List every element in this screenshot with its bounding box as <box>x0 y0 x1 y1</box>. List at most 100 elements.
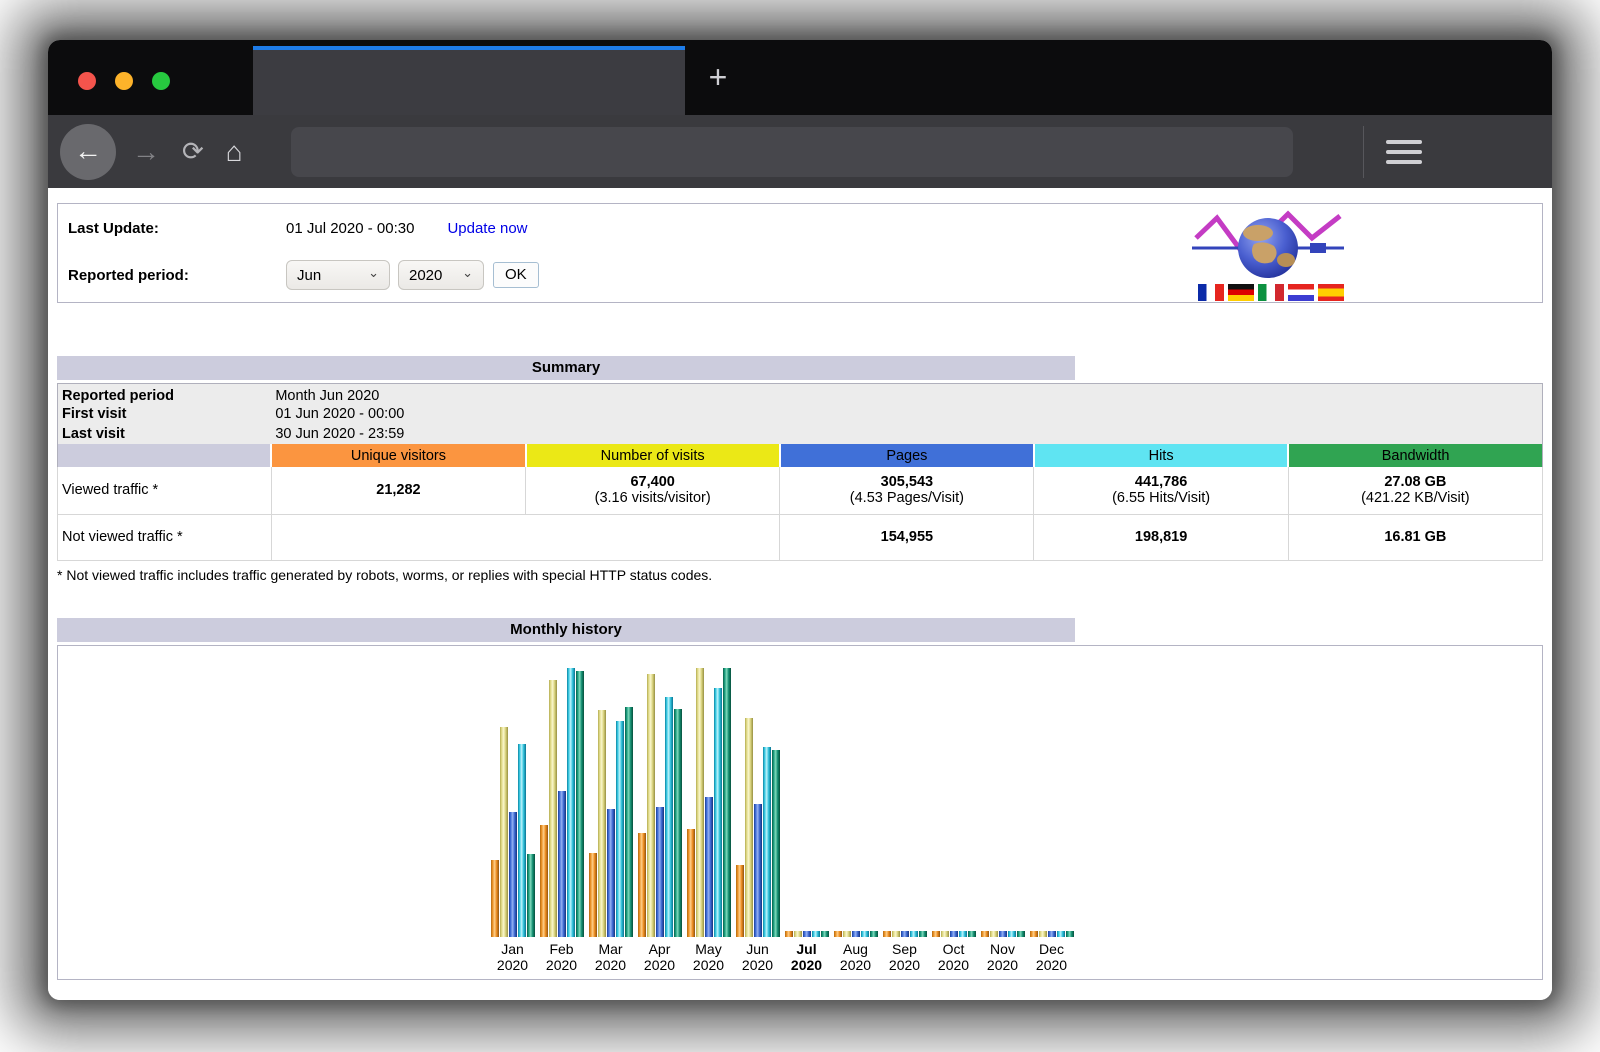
bar-pages-may-2020 <box>705 797 713 937</box>
bar-unique-visitors-dec-2020 <box>1030 931 1038 937</box>
bar-bandwidth-aug-2020 <box>870 931 878 937</box>
bar-pages-nov-2020 <box>999 931 1007 937</box>
bar-pages-jun-2020 <box>754 804 762 937</box>
monthly-history-chart: Jan2020Feb2020Mar2020Apr2020May2020Jun20… <box>57 645 1543 980</box>
table-row: Reported period Month Jun 2020 <box>58 384 1543 405</box>
month-label-feb-2020: Feb2020 <box>537 941 586 973</box>
summary-table: Reported period Month Jun 2020 First vis… <box>57 383 1543 561</box>
flag-spain-icon[interactable] <box>1318 284 1344 301</box>
awstats-logo <box>1192 208 1350 301</box>
bar-hits-may-2020 <box>714 688 722 937</box>
month-label-dec-2020: Dec2020 <box>1027 941 1076 973</box>
bar-unique-visitors-jan-2020 <box>491 860 499 937</box>
month-group-jul-2020 <box>782 668 831 937</box>
first-visit-row-label: First visit <box>58 404 272 424</box>
month-group-jan-2020 <box>488 668 537 937</box>
chart-bars-row <box>488 668 1076 937</box>
month-label-oct-2020: Oct2020 <box>929 941 978 973</box>
month-group-oct-2020 <box>929 668 978 937</box>
window-controls <box>78 72 170 90</box>
hamburger-menu-icon[interactable] <box>1386 140 1422 164</box>
month-label-mar-2020: Mar2020 <box>586 941 635 973</box>
viewed-unique-visitors: 21,282 <box>271 467 525 514</box>
bar-pages-jul-2020 <box>803 931 811 937</box>
unique-visitors-header: Unique visitors <box>271 444 525 467</box>
flag-netherlands-icon[interactable] <box>1288 284 1314 301</box>
not-viewed-bandwidth: 16.81 GB <box>1288 514 1542 560</box>
month-label-may-2020: May2020 <box>684 941 733 973</box>
table-row: Last visit 30 Jun 2020 - 23:59 <box>58 424 1543 444</box>
new-tab-button[interactable]: + <box>696 54 740 100</box>
bar-number-of-visits-oct-2020 <box>941 931 949 937</box>
bar-unique-visitors-sep-2020 <box>883 931 891 937</box>
viewed-hits: 441,786 (6.55 Hits/Visit) <box>1034 467 1288 514</box>
month-label-jun-2020: Jun2020 <box>733 941 782 973</box>
month-label-jul-2020: Jul2020 <box>782 941 831 973</box>
bar-hits-feb-2020 <box>567 668 575 937</box>
back-icon[interactable]: ← <box>60 124 116 180</box>
month-label-jan-2020: Jan2020 <box>488 941 537 973</box>
chart-labels-row: Jan2020Feb2020Mar2020Apr2020May2020Jun20… <box>488 941 1076 973</box>
month-label-apr-2020: Apr2020 <box>635 941 684 973</box>
not-viewed-hits: 198,819 <box>1034 514 1288 560</box>
bar-number-of-visits-jun-2020 <box>745 718 753 937</box>
bar-number-of-visits-mar-2020 <box>598 710 606 937</box>
month-select[interactable]: Jun ⌄ <box>286 260 390 290</box>
url-bar[interactable] <box>291 127 1293 177</box>
bar-number-of-visits-feb-2020 <box>549 680 557 937</box>
column-header-row: Unique visitors Number of visits Pages H… <box>58 444 1543 467</box>
active-tab[interactable] <box>253 46 685 115</box>
bar-bandwidth-mar-2020 <box>625 707 633 937</box>
bar-bandwidth-may-2020 <box>723 668 731 937</box>
bar-number-of-visits-aug-2020 <box>843 931 851 937</box>
bar-unique-visitors-may-2020 <box>687 829 695 937</box>
not-viewed-traffic-row: Not viewed traffic * 154,955 198,819 16.… <box>58 514 1543 560</box>
reported-period-row-value: Month Jun 2020 <box>271 384 1542 405</box>
not-viewed-footnote: * Not viewed traffic includes traffic ge… <box>57 567 1543 583</box>
bar-unique-visitors-nov-2020 <box>981 931 989 937</box>
awstats-page: Last Update: 01 Jul 2020 - 00:30 Update … <box>48 188 1552 1000</box>
hits-header: Hits <box>1034 444 1288 467</box>
update-now-link[interactable]: Update now <box>447 220 527 237</box>
flag-france-icon[interactable] <box>1198 284 1224 301</box>
reload-icon[interactable]: ⟳ <box>182 136 204 167</box>
flag-italy-icon[interactable] <box>1258 284 1284 301</box>
month-label-nov-2020: Nov2020 <box>978 941 1027 973</box>
bar-bandwidth-jun-2020 <box>772 750 780 937</box>
bar-pages-mar-2020 <box>607 809 615 937</box>
year-select-value: 2020 <box>409 267 442 284</box>
bar-pages-jan-2020 <box>509 812 517 937</box>
minimize-window-button[interactable] <box>115 72 133 90</box>
flag-germany-icon[interactable] <box>1228 284 1254 301</box>
month-group-mar-2020 <box>586 668 635 937</box>
bar-pages-aug-2020 <box>852 931 860 937</box>
bar-number-of-visits-may-2020 <box>696 668 704 937</box>
chevron-down-icon: ⌄ <box>462 265 473 281</box>
last-update-value: 01 Jul 2020 - 00:30 <box>286 220 414 237</box>
bar-pages-feb-2020 <box>558 791 566 937</box>
bar-bandwidth-sep-2020 <box>919 931 927 937</box>
bar-number-of-visits-sep-2020 <box>892 931 900 937</box>
bar-bandwidth-oct-2020 <box>968 931 976 937</box>
close-window-button[interactable] <box>78 72 96 90</box>
awstats-globe-icon <box>1192 208 1350 280</box>
not-viewed-traffic-label: Not viewed traffic * <box>58 514 272 560</box>
viewed-bandwidth: 27.08 GB (421.22 KB/Visit) <box>1288 467 1542 514</box>
bar-hits-jun-2020 <box>763 747 771 937</box>
home-icon[interactable]: ⌂ <box>226 136 243 168</box>
reported-period-label: Reported period: <box>68 267 286 284</box>
year-select[interactable]: 2020 ⌄ <box>398 260 484 290</box>
ok-button[interactable]: OK <box>493 262 539 288</box>
month-group-sep-2020 <box>880 668 929 937</box>
last-visit-row-value: 30 Jun 2020 - 23:59 <box>271 424 1542 444</box>
table-row: First visit 01 Jun 2020 - 00:00 <box>58 404 1543 424</box>
pages-header: Pages <box>780 444 1034 467</box>
bar-number-of-visits-dec-2020 <box>1039 931 1047 937</box>
month-group-nov-2020 <box>978 668 1027 937</box>
reported-period-row-label: Reported period <box>58 384 272 405</box>
bar-number-of-visits-jul-2020 <box>794 931 802 937</box>
bar-hits-oct-2020 <box>959 931 967 937</box>
maximize-window-button[interactable] <box>152 72 170 90</box>
month-group-feb-2020 <box>537 668 586 937</box>
forward-icon[interactable]: → <box>132 136 160 168</box>
